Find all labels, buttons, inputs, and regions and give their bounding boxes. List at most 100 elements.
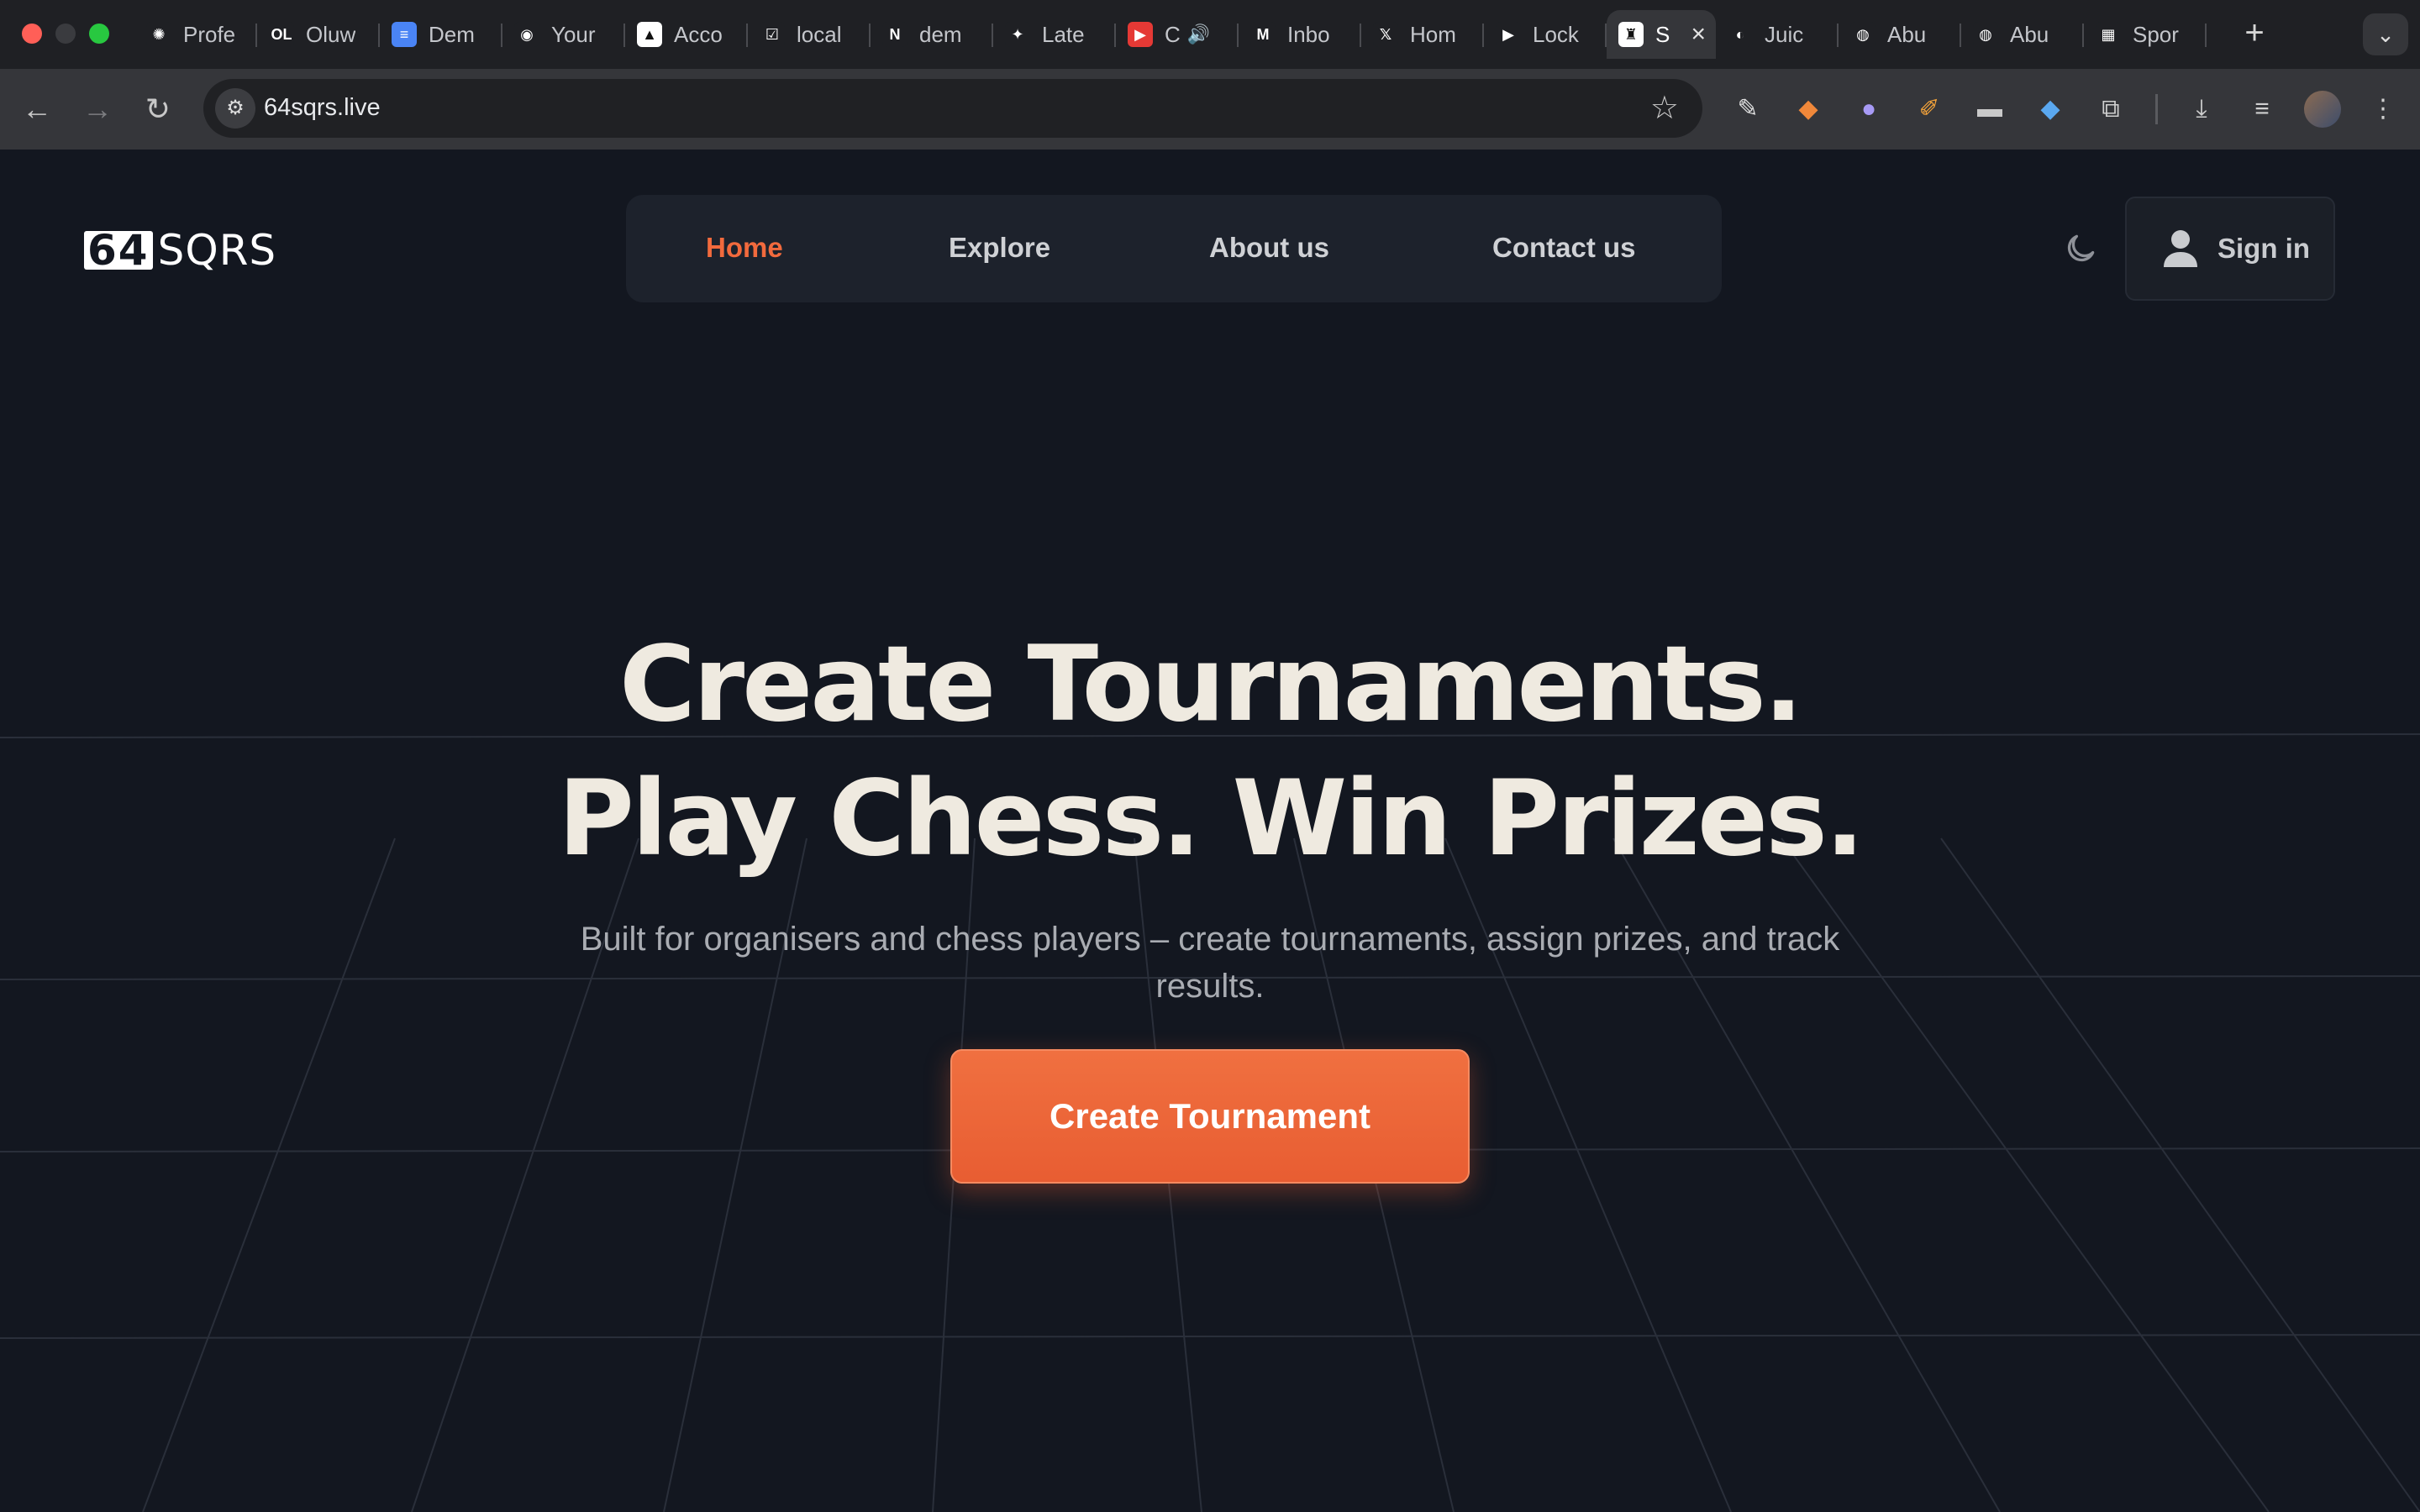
juicy-icon: ◐ (1728, 22, 1753, 47)
back-button[interactable]: ← (15, 87, 59, 131)
media-controls-icon[interactable]: ≡ (2244, 91, 2281, 128)
tab-strip: ✺ Profe OL Oluw ≡ Dem ◉ Your ▲ Acco ☑ local Ndem ✦ Lat… (134, 10, 2207, 59)
nav-about[interactable]: About us (1209, 232, 1329, 264)
chatgpt-icon: ✺ (146, 22, 171, 47)
gem-extension-icon[interactable]: ◆ (2032, 91, 2069, 128)
reload-button[interactable]: ↻ (136, 87, 180, 131)
browser-tab-bar: ✺ Profe OL Oluw ≡ Dem ◉ Your ▲ Acco ☑ local Ndem ✦ Lat… (0, 0, 2420, 69)
eyedropper-extension-icon[interactable]: ✎ (1729, 91, 1766, 128)
browser-tab[interactable]: ▲ Acco (625, 10, 748, 59)
nav-home[interactable]: Home (706, 232, 783, 264)
notion-icon: N (882, 22, 908, 47)
tab-title: Lock (1533, 21, 1579, 47)
browser-tab[interactable]: ▦ Spor (2084, 10, 2207, 59)
nav-explore[interactable]: Explore (949, 232, 1050, 264)
tab-title: Your (551, 21, 596, 47)
tab-title: Dem (429, 21, 475, 47)
phantom-extension-icon[interactable]: ● (1850, 91, 1887, 128)
browser-tab[interactable]: Ndem (871, 10, 993, 59)
browser-tab[interactable]: ▶ C 🔊 (1116, 10, 1239, 59)
vercel-icon: ▲ (637, 22, 662, 47)
hero-title-line1: Create Tournaments. (619, 624, 1803, 745)
tab-title: Hom (1410, 21, 1456, 47)
grid-row-line (0, 1334, 2420, 1339)
browser-tab[interactable]: OL Oluw (257, 10, 380, 59)
sporty-icon: ▦ (2096, 22, 2121, 47)
grid-column-line (142, 837, 396, 1512)
tab-title: local (797, 21, 842, 47)
browser-tab[interactable]: ♜ S × (1607, 10, 1716, 59)
globe-icon: ◍ (1850, 22, 1876, 47)
browser-tab[interactable]: ◍ Abu (1961, 10, 2084, 59)
metamask-extension-icon[interactable]: ◆ (1790, 91, 1827, 128)
tab-title: Late (1042, 21, 1085, 47)
tab-title: S (1655, 21, 1670, 47)
google-play-icon: ▶ (1496, 22, 1521, 47)
user-icon (2164, 230, 2197, 267)
downloads-icon[interactable]: ⤓ (2183, 91, 2220, 128)
gmail-icon: M (1250, 22, 1276, 47)
globe-icon: ◍ (1973, 22, 1998, 47)
url-text[interactable]: 64sqrs.live (264, 94, 381, 122)
maximize-window-button[interactable] (89, 24, 109, 44)
browser-tab[interactable]: ◉ Your (502, 10, 625, 59)
create-tournament-button[interactable]: Create Tournament (950, 1049, 1470, 1184)
minimize-window-button[interactable] (55, 24, 76, 44)
tab-title: Oluw (306, 21, 356, 47)
bookmark-star-icon[interactable]: ☆ (1650, 89, 1679, 127)
storage-extension-icon[interactable]: ▬ (1971, 91, 2008, 128)
openlibrary-icon: OL (269, 22, 294, 47)
toolbar-divider (2155, 94, 2158, 124)
tab-title: dem (919, 21, 962, 47)
chess-rook-icon: ♜ (1618, 22, 1644, 47)
logo-mark: 64 (84, 229, 153, 271)
sign-in-label: Sign in (2217, 233, 2310, 264)
browser-tab[interactable]: ◐ Juic (1716, 10, 1839, 59)
tab-title: Abu (1887, 21, 1927, 47)
tab-title: C (1165, 21, 1181, 47)
browser-tab[interactable]: ☑ local (748, 10, 871, 59)
browser-toolbar: ← → ↻ ⚙ 64sqrs.live ☆ ✎ ◆ ● ✐ ▬ ◆ ⧉ ⤓ ≡ … (0, 69, 2420, 150)
tab-title: Acco (674, 21, 723, 47)
tab-title: Profe (183, 21, 236, 47)
address-bar[interactable]: ⚙ 64sqrs.live ☆ (203, 79, 1702, 138)
youtube-music-icon: ▶ (1128, 22, 1153, 47)
figma-icon: ✦ (1005, 22, 1030, 47)
forward-button[interactable]: → (76, 87, 119, 131)
create-tournament-label: Create Tournament (1050, 1096, 1370, 1136)
browser-tab[interactable]: 𝕏 Hom (1361, 10, 1484, 59)
hero-subtitle: Built for organisers and chess players –… (580, 921, 1840, 1005)
browser-tab[interactable]: ▶ Lock (1484, 10, 1607, 59)
site-logo[interactable]: 64 SQRS (84, 226, 276, 275)
tab-title: Abu (2010, 21, 2049, 47)
close-tab-icon[interactable]: × (1691, 20, 1706, 49)
browser-tab[interactable]: M Inbo (1239, 10, 1361, 59)
logo-text: SQRS (157, 226, 277, 275)
new-tab-button[interactable]: + (2233, 12, 2275, 54)
browser-menu-icon[interactable]: ⋮ (2365, 91, 2402, 128)
grid-column-line (1940, 837, 2420, 1512)
tab-title: Spor (2133, 21, 2179, 47)
tab-title: Juic (1765, 21, 1804, 47)
page-content: 64 SQRS Home Explore About us Contact us… (0, 150, 2420, 1512)
google-docs-icon: ≡ (392, 22, 417, 47)
browser-tab[interactable]: ✺ Profe (134, 10, 257, 59)
extensions-puzzle-icon[interactable]: ⧉ (2092, 91, 2129, 128)
browser-tab[interactable]: ✦ Late (993, 10, 1116, 59)
color-picker-extension-icon[interactable]: ✐ (1911, 91, 1948, 128)
audio-playing-icon[interactable]: 🔊 (1187, 24, 1210, 45)
sign-in-button[interactable]: Sign in (2125, 197, 2335, 301)
nav-contact[interactable]: Contact us (1492, 232, 1636, 264)
dark-mode-toggle-icon[interactable] (2062, 230, 2099, 267)
tab-title: Inbo (1287, 21, 1330, 47)
checklist-icon: ☑ (760, 22, 785, 47)
browser-tab[interactable]: ≡ Dem (380, 10, 502, 59)
main-navigation: Home Explore About us Contact us (626, 195, 1722, 302)
hero-title-line2: Play Chess. Win Prizes. (558, 759, 1865, 879)
site-info-icon[interactable]: ⚙ (215, 88, 255, 129)
tab-search-button[interactable]: ⌄ (2363, 13, 2408, 55)
profile-avatar[interactable] (2304, 91, 2341, 128)
close-window-button[interactable] (22, 24, 42, 44)
github-icon: ◉ (514, 22, 539, 47)
browser-tab[interactable]: ◍ Abu (1839, 10, 1961, 59)
